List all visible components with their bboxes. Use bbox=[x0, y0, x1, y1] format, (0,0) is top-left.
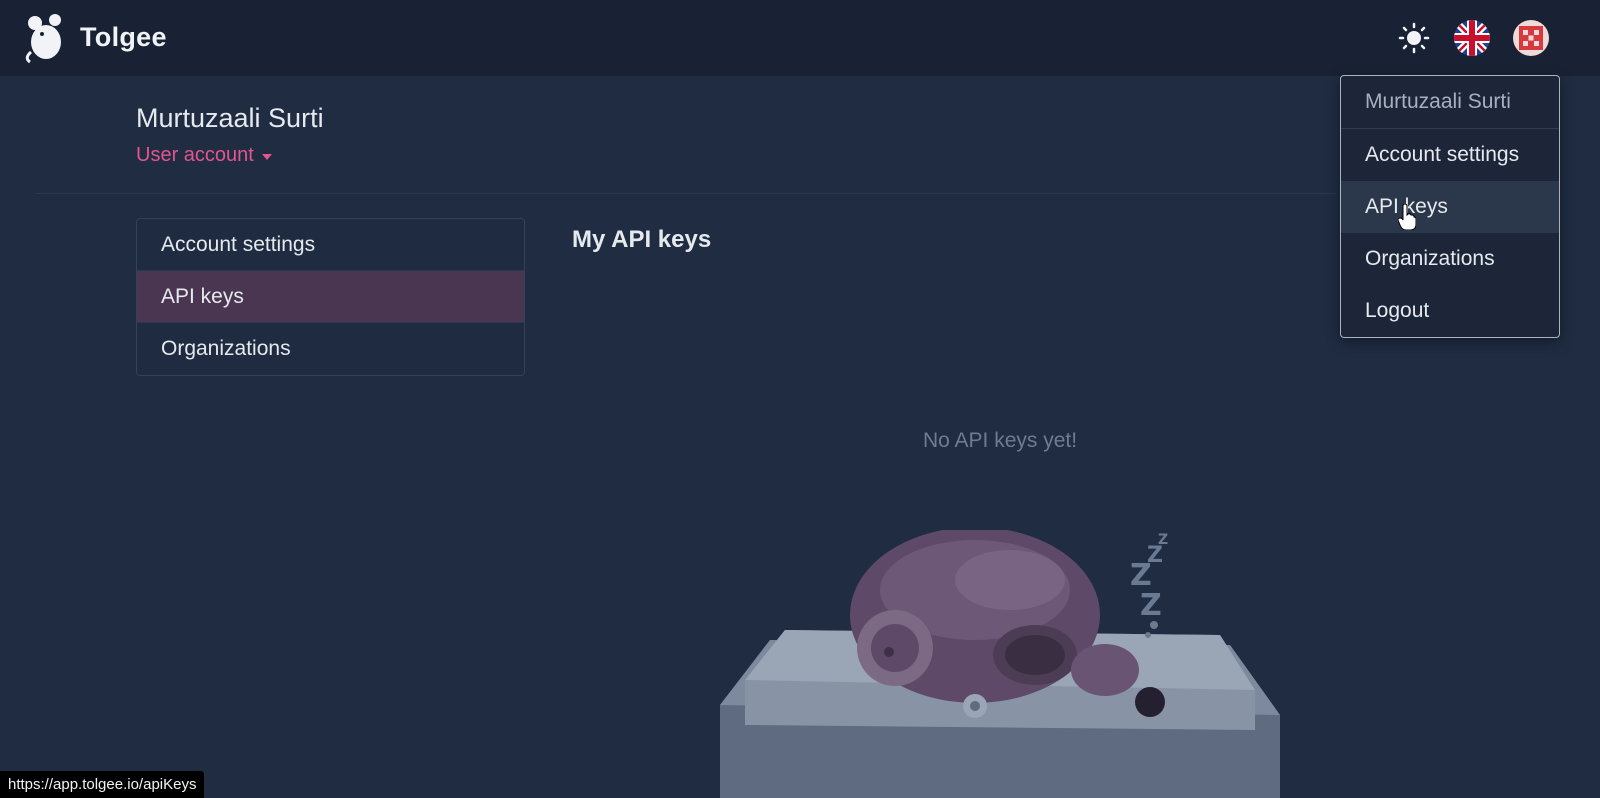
side-menu-item-label: Organizations bbox=[161, 337, 291, 360]
uk-flag-icon bbox=[1454, 20, 1490, 56]
dropdown-item-label: Logout bbox=[1365, 299, 1430, 322]
browser-status-bar-url: https://app.tolgee.io/apiKeys bbox=[0, 771, 205, 798]
caret-down-icon bbox=[261, 153, 272, 160]
dropdown-user-name: Murtuzaali Surti bbox=[1341, 76, 1559, 129]
sleeping-mouse-illustration: Z Z Z Z bbox=[720, 530, 1280, 798]
tolgee-logo-icon[interactable] bbox=[22, 12, 66, 64]
dropdown-item-label: Organizations bbox=[1365, 247, 1495, 270]
section-title: My API keys bbox=[572, 226, 712, 253]
user-menu-button[interactable] bbox=[1512, 19, 1550, 57]
sun-icon bbox=[1398, 22, 1430, 54]
svg-text:Z: Z bbox=[1140, 588, 1162, 623]
hand-pointer-cursor-icon bbox=[1398, 204, 1416, 230]
side-menu-item-account-settings[interactable]: Account settings bbox=[137, 219, 524, 271]
dropdown-item-label: Account settings bbox=[1365, 143, 1520, 166]
user-avatar-icon bbox=[1513, 20, 1549, 56]
page-title-user-name: Murtuzaali Surti bbox=[136, 103, 324, 133]
header-divider bbox=[36, 193, 1336, 194]
side-menu-item-label: Account settings bbox=[161, 232, 316, 256]
dropdown-item-organizations[interactable]: Organizations bbox=[1341, 233, 1559, 285]
language-selector-button[interactable] bbox=[1453, 19, 1491, 57]
side-menu-item-api-keys[interactable]: API keys bbox=[137, 271, 524, 323]
dropdown-item-logout[interactable]: Logout bbox=[1341, 285, 1559, 337]
empty-state-message: No API keys yet! bbox=[923, 429, 1078, 452]
account-type-label: User account bbox=[136, 144, 254, 166]
account-type-selector[interactable]: User account bbox=[136, 144, 272, 167]
brand-name[interactable]: Tolgee bbox=[80, 22, 167, 53]
side-menu-item-label: API keys bbox=[161, 284, 244, 308]
side-menu-item-organizations[interactable]: Organizations bbox=[137, 323, 524, 375]
theme-toggle-button[interactable] bbox=[1395, 19, 1433, 57]
dropdown-item-account-settings[interactable]: Account settings bbox=[1341, 129, 1559, 181]
dropdown-item-api-keys[interactable]: API keys bbox=[1341, 181, 1559, 233]
svg-text:Z: Z bbox=[1158, 532, 1168, 548]
top-bar: Tolgee bbox=[0, 0, 1600, 76]
user-dropdown-menu: Murtuzaali Surti Account settings API ke… bbox=[1340, 75, 1560, 338]
settings-side-menu: Account settings API keys Organizations bbox=[136, 218, 525, 376]
